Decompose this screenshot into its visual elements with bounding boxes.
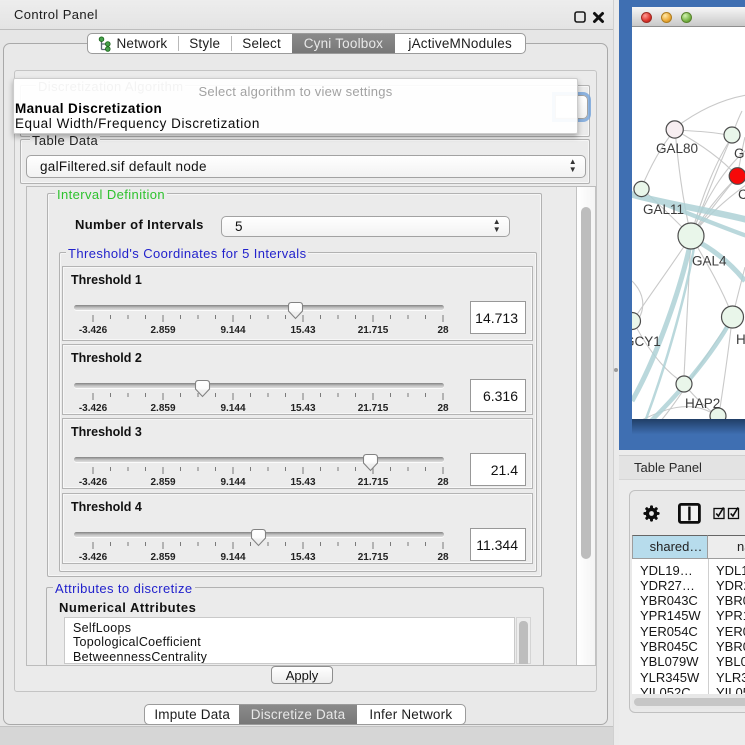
- svg-text:GAL80: GAL80: [656, 141, 698, 156]
- svg-text:H: H: [736, 332, 745, 347]
- svg-text:GAL11: GAL11: [643, 202, 684, 217]
- svg-text:HAP2: HAP2: [685, 396, 720, 411]
- svg-text:GCY1: GCY1: [632, 334, 661, 349]
- svg-text:GAL4: GAL4: [692, 254, 727, 269]
- svg-text:G.: G.: [734, 146, 745, 161]
- svg-text:C: C: [738, 187, 745, 202]
